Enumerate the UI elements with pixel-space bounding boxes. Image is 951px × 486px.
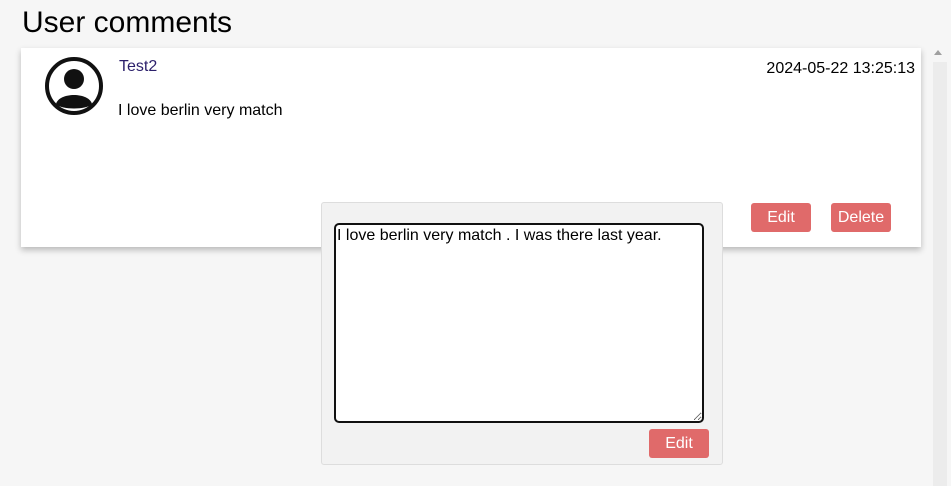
delete-button[interactable]: Delete <box>831 203 891 232</box>
comment-text: I love berlin very match <box>118 102 283 119</box>
edit-button[interactable]: Edit <box>751 203 811 232</box>
edit-comment-textarea[interactable] <box>334 223 704 423</box>
edit-comment-popup: Edit <box>321 202 723 465</box>
page-title: User comments <box>22 6 233 39</box>
page: User comments Test2 2024-05-22 13:25:13 … <box>0 0 951 486</box>
scrollbar-thumb[interactable] <box>933 62 947 486</box>
comment-timestamp: 2024-05-22 13:25:13 <box>766 60 915 77</box>
scroll-up-arrow-icon[interactable] <box>934 50 942 55</box>
edit-submit-button[interactable]: Edit <box>649 429 709 458</box>
user-circle-icon <box>44 56 104 116</box>
comment-username[interactable]: Test2 <box>119 58 157 76</box>
